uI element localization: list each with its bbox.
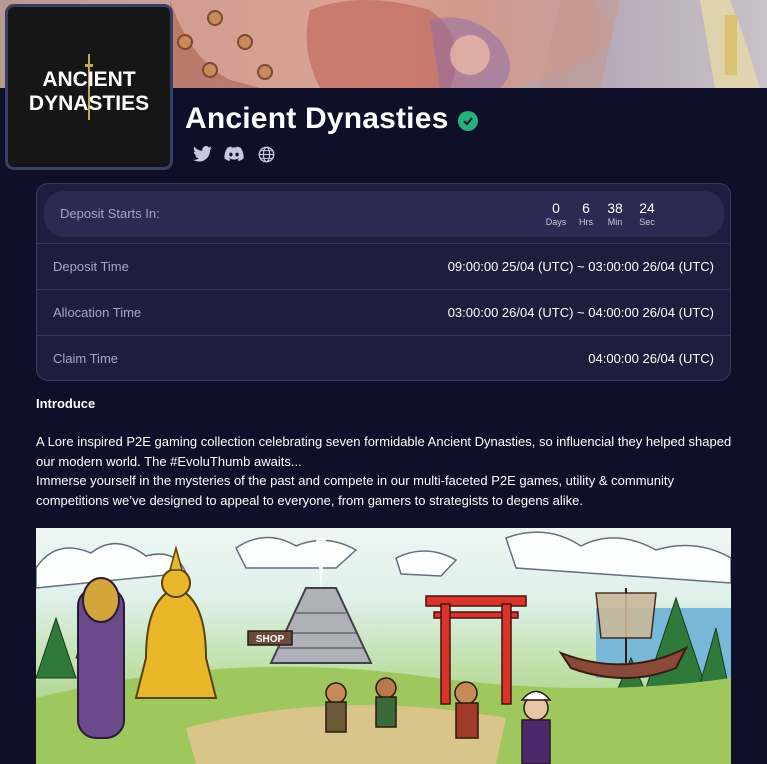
introduce-heading: Introduce <box>36 396 96 411</box>
introduce-paragraph-1: A Lore inspired P2E gaming collection ce… <box>36 434 732 469</box>
countdown-hours: 6 Hrs <box>571 200 601 228</box>
schedule-value: 03:00:00 26/04 (UTC) ~ 04:00:00 26/04 (U… <box>447 305 714 320</box>
countdown-label: Deposit Starts In: <box>60 206 160 221</box>
countdown-minutes-label: Min <box>607 217 623 227</box>
sale-schedule-card: Deposit Starts In: 0 Days 6 Hrs 38 Min 2… <box>36 183 731 381</box>
countdown-days: 0 Days <box>541 200 571 228</box>
logo-text-line2: DYNASTIES <box>29 92 149 115</box>
schedule-row-claim: Claim Time 04:00:00 26/04 (UTC) <box>37 335 730 380</box>
logo-text-line1: ANCIENT <box>42 68 136 91</box>
countdown-days-value: 0 <box>552 200 560 216</box>
schedule-label: Deposit Time <box>53 259 129 274</box>
collection-logo: ANCIENT DYNASTIES <box>5 4 173 170</box>
countdown-minutes-value: 38 <box>607 200 623 216</box>
schedule-value: 04:00:00 26/04 (UTC) <box>588 351 714 366</box>
countdown-seconds-label: Sec <box>639 217 655 227</box>
countdown-minutes: 38 Min <box>600 200 630 228</box>
globe-icon[interactable] <box>256 144 276 164</box>
schedule-row-deposit: Deposit Time 09:00:00 25/04 (UTC) ~ 03:0… <box>37 243 730 289</box>
introduce-paragraph-2: Immerse yourself in the mysteries of the… <box>36 473 674 508</box>
discord-icon[interactable] <box>224 144 244 164</box>
deposit-countdown: Deposit Starts In: 0 Days 6 Hrs 38 Min 2… <box>44 191 724 237</box>
schedule-label: Allocation Time <box>53 305 142 320</box>
artwork-shop-sign: SHOP <box>256 634 285 645</box>
countdown-days-label: Days <box>545 217 567 227</box>
introduce-description: A Lore inspired P2E gaming collection ce… <box>36 432 736 510</box>
countdown-hours-value: 6 <box>582 200 590 216</box>
social-links <box>192 144 276 164</box>
schedule-label: Claim Time <box>53 351 119 366</box>
twitter-icon[interactable] <box>192 144 212 164</box>
verified-badge-icon <box>458 111 479 131</box>
schedule-row-allocation: Allocation Time 03:00:00 26/04 (UTC) ~ 0… <box>37 289 730 335</box>
collection-title: Ancient Dynasties <box>185 102 449 135</box>
countdown-seconds: 24 Sec <box>632 200 662 228</box>
schedule-value: 09:00:00 25/04 (UTC) ~ 03:00:00 26/04 (U… <box>447 259 714 274</box>
collection-artwork-image: SHOP <box>36 528 731 764</box>
countdown-hours-label: Hrs <box>579 217 593 227</box>
collection-header: Ancient Dynasties <box>185 102 479 136</box>
countdown-seconds-value: 24 <box>639 200 655 216</box>
